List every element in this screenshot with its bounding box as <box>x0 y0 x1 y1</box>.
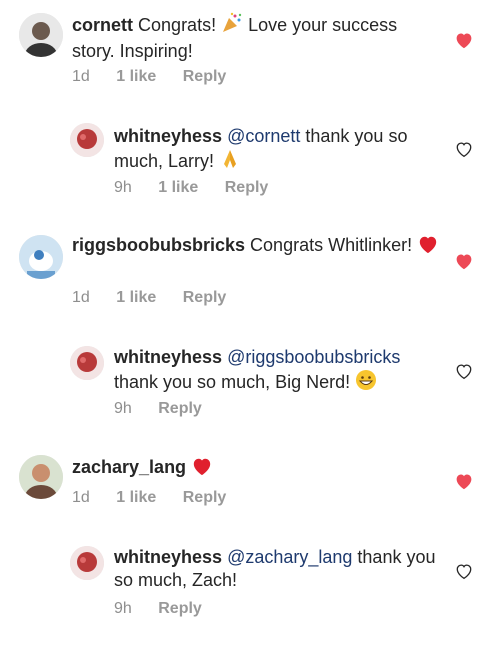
reply-meta: 9h Reply <box>114 600 224 618</box>
comment-text: cornett Congrats! Love your success stor… <box>72 12 442 63</box>
like-count[interactable]: 1 like <box>116 489 156 506</box>
heart-filled-icon[interactable] <box>454 31 474 49</box>
timestamp: 9h <box>114 600 132 617</box>
comment-text: zachary_lang <box>72 456 442 482</box>
heart-outline-icon[interactable] <box>454 562 474 580</box>
reply-whitneyhess-3: whitneyhess @zachary_lang thank you so m… <box>0 538 500 628</box>
avatar[interactable] <box>70 546 104 580</box>
username[interactable]: whitneyhess <box>114 547 222 567</box>
reply-whitneyhess-2: whitneyhess @riggsboobubsbricks thank yo… <box>0 338 500 428</box>
comment-body: Congrats Whitlinker! <box>250 235 413 255</box>
username[interactable]: whitneyhess <box>114 126 222 146</box>
heart-filled-icon[interactable] <box>454 252 474 270</box>
grinning-face-icon <box>355 369 377 397</box>
mention-link[interactable]: @zachary_lang <box>227 547 352 567</box>
username[interactable]: riggsboobubsbricks <box>72 235 245 255</box>
avatar[interactable] <box>70 346 104 380</box>
mention-link[interactable]: @cornett <box>227 126 300 146</box>
red-heart-icon <box>191 456 213 482</box>
reply-button[interactable]: Reply <box>183 289 227 306</box>
comment-text: riggsboobubsbricks Congrats Whitlinker! <box>72 234 442 260</box>
timestamp: 1d <box>72 68 90 85</box>
reply-meta: 9h Reply <box>114 400 224 418</box>
avatar[interactable] <box>70 123 104 157</box>
like-count[interactable]: 1 like <box>158 179 198 196</box>
reply-button[interactable]: Reply <box>183 68 227 85</box>
avatar[interactable] <box>19 455 63 499</box>
timestamp: 9h <box>114 400 132 417</box>
username[interactable]: cornett <box>72 15 133 35</box>
reply-text: whitneyhess @riggsboobubsbricks thank yo… <box>114 346 444 397</box>
party-popper-icon <box>221 12 243 40</box>
comment-zachary-lang: zachary_lang 1d 1 like Reply <box>0 447 500 537</box>
comment-meta: 1d 1 like Reply <box>72 489 248 507</box>
timestamp: 1d <box>72 489 90 506</box>
mention-link[interactable]: @riggsboobubsbricks <box>227 347 400 367</box>
avatar[interactable] <box>19 13 63 57</box>
timestamp: 1d <box>72 289 90 306</box>
reply-meta: 9h 1 like Reply <box>114 179 290 197</box>
reply-button[interactable]: Reply <box>183 489 227 506</box>
comment-meta: 1d 1 like Reply <box>72 68 248 86</box>
comment-riggsboobubsbricks: riggsboobubsbricks Congrats Whitlinker! … <box>0 225 500 325</box>
timestamp: 9h <box>114 179 132 196</box>
heart-outline-icon[interactable] <box>454 140 474 158</box>
reply-text: whitneyhess @zachary_lang thank you so m… <box>114 546 444 592</box>
heart-filled-icon[interactable] <box>454 472 474 490</box>
red-heart-icon <box>417 234 439 260</box>
username[interactable]: zachary_lang <box>72 457 186 477</box>
comment-meta: 1d 1 like Reply <box>72 289 248 307</box>
reply-button[interactable]: Reply <box>158 600 202 617</box>
reply-button[interactable]: Reply <box>225 179 269 196</box>
heart-outline-icon[interactable] <box>454 362 474 380</box>
reply-body: thank you so much, Big Nerd! <box>114 372 351 392</box>
comment-body: Congrats! <box>138 15 217 35</box>
username[interactable]: whitneyhess <box>114 347 222 367</box>
reply-button[interactable]: Reply <box>158 400 202 417</box>
reply-whitneyhess-1: whitneyhess @cornett thank you so much, … <box>0 115 500 205</box>
like-count[interactable]: 1 like <box>116 68 156 85</box>
avatar[interactable] <box>19 235 63 279</box>
like-count[interactable]: 1 like <box>116 289 156 306</box>
reply-text: whitneyhess @cornett thank you so much, … <box>114 125 444 176</box>
folded-hands-icon <box>219 148 241 176</box>
comment-cornett: cornett Congrats! Love your success stor… <box>0 0 500 100</box>
